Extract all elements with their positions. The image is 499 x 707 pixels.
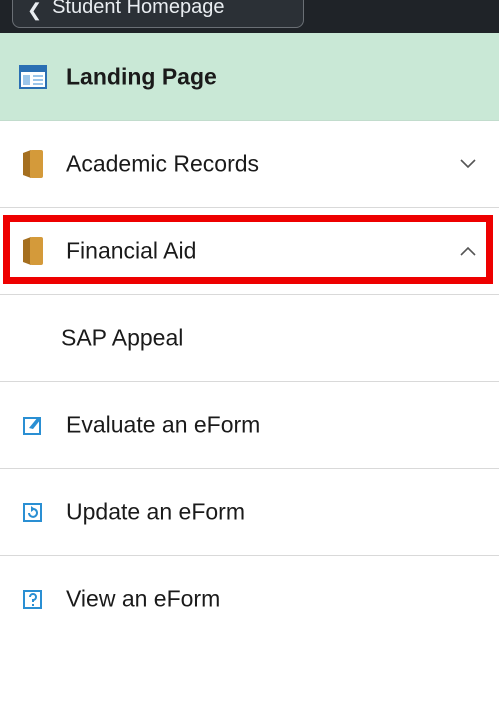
navigation-menu: Landing Page Academic Records Financial … xyxy=(0,33,499,643)
help-form-icon xyxy=(18,584,48,614)
refresh-form-icon xyxy=(18,497,48,527)
menu-item-label: Financial Aid xyxy=(66,237,197,264)
page-window-icon xyxy=(18,62,48,92)
menu-item-financial-aid[interactable]: Financial Aid xyxy=(0,208,499,295)
menu-item-label: View an eForm xyxy=(66,585,221,612)
top-bar: ❮ Student Homepage xyxy=(0,0,499,33)
chevron-left-icon: ❮ xyxy=(27,0,43,20)
menu-item-label: Landing Page xyxy=(66,63,217,89)
back-button-label: Student Homepage xyxy=(52,0,225,18)
chevron-down-icon[interactable] xyxy=(459,155,477,173)
menu-item-label: SAP Appeal xyxy=(61,324,184,351)
folder-icon xyxy=(18,236,48,266)
menu-item-sap-appeal[interactable]: SAP Appeal xyxy=(0,295,499,382)
menu-item-label: Evaluate an eForm xyxy=(66,411,261,438)
menu-item-label: Academic Records xyxy=(66,150,260,177)
menu-item-academic-records[interactable]: Academic Records xyxy=(0,121,499,208)
menu-item-evaluate-eform[interactable]: Evaluate an eForm xyxy=(0,382,499,469)
edit-form-icon xyxy=(18,410,48,440)
empty-area xyxy=(0,642,499,707)
chevron-up-icon[interactable] xyxy=(459,242,477,260)
menu-item-view-eform[interactable]: View an eForm xyxy=(0,556,499,643)
back-to-homepage-button[interactable]: ❮ Student Homepage xyxy=(12,0,304,28)
menu-item-landing-page[interactable]: Landing Page xyxy=(0,33,499,121)
menu-item-label: Update an eForm xyxy=(66,498,245,525)
folder-icon xyxy=(18,149,48,179)
menu-item-update-eform[interactable]: Update an eForm xyxy=(0,469,499,556)
